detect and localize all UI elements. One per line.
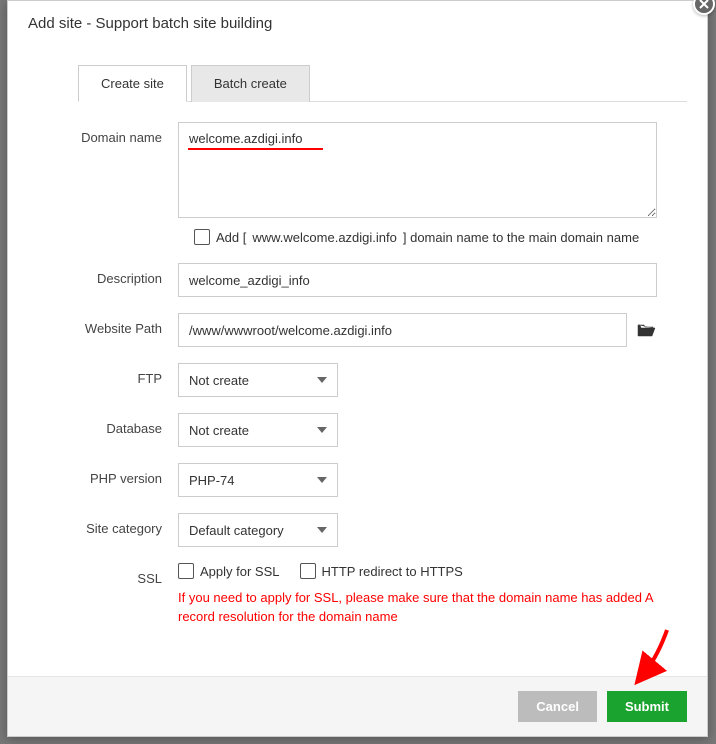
submit-button[interactable]: Submit <box>607 691 687 722</box>
domain-label: Domain name <box>38 122 178 145</box>
http-redirect-label: HTTP redirect to HTTPS <box>322 564 463 579</box>
category-label: Site category <box>38 513 178 536</box>
domain-name-input[interactable] <box>178 122 657 218</box>
add-www-checkbox[interactable] <box>194 229 210 245</box>
cancel-button[interactable]: Cancel <box>518 691 597 722</box>
add-www-text-suffix: ] domain name to the main domain name <box>403 230 639 245</box>
apply-ssl-checkbox[interactable] <box>178 563 194 579</box>
chevron-down-icon <box>317 427 327 433</box>
category-select-value: Default category <box>189 523 284 538</box>
tab-batch-create[interactable]: Batch create <box>191 65 310 102</box>
php-version-select[interactable]: PHP-74 <box>178 463 338 497</box>
ftp-select[interactable]: Not create <box>178 363 338 397</box>
chevron-down-icon <box>317 527 327 533</box>
ssl-label: SSL <box>38 563 178 586</box>
description-label: Description <box>38 263 178 286</box>
chevron-down-icon <box>317 377 327 383</box>
database-select-value: Not create <box>189 423 249 438</box>
add-site-dialog: Add site - Support batch site building C… <box>7 0 708 737</box>
tab-create-site[interactable]: Create site <box>78 65 187 102</box>
website-path-input[interactable] <box>178 313 627 347</box>
chevron-down-icon <box>317 477 327 483</box>
add-www-text-prefix: Add [ <box>216 230 246 245</box>
site-category-select[interactable]: Default category <box>178 513 338 547</box>
folder-open-icon[interactable] <box>637 322 657 338</box>
ssl-warning-text: If you need to apply for SSL, please mak… <box>178 589 657 627</box>
ftp-label: FTP <box>38 363 178 386</box>
http-redirect-checkbox[interactable] <box>300 563 316 579</box>
php-label: PHP version <box>38 463 178 486</box>
close-icon <box>699 0 709 9</box>
php-select-value: PHP-74 <box>189 473 235 488</box>
database-select[interactable]: Not create <box>178 413 338 447</box>
apply-ssl-label: Apply for SSL <box>200 564 280 579</box>
dialog-title: Add site - Support batch site building <box>8 1 707 44</box>
add-www-domain-text: www.welcome.azdigi.info <box>252 230 397 245</box>
database-label: Database <box>38 413 178 436</box>
ftp-select-value: Not create <box>189 373 249 388</box>
site-tabs: Create site Batch create <box>78 64 687 102</box>
description-input[interactable] <box>178 263 657 297</box>
path-label: Website Path <box>38 313 178 336</box>
dialog-footer: Cancel Submit <box>8 676 707 736</box>
